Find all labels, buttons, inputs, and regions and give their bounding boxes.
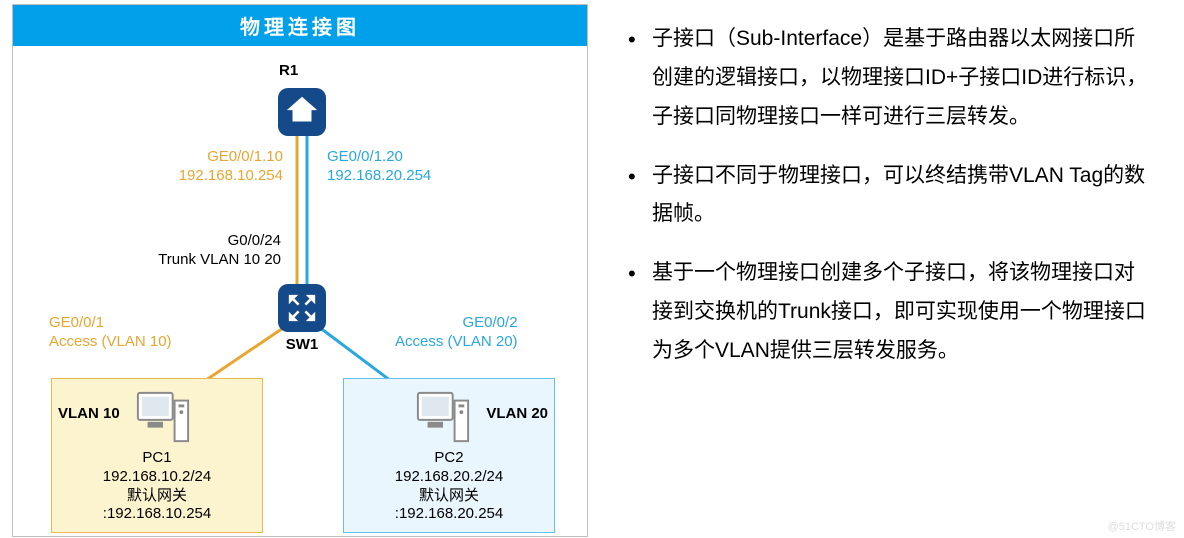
pc1-icon (134, 389, 192, 450)
bullet-item: 子接口不同于物理接口，可以终结携带VLAN Tag的数据帧。 (624, 157, 1154, 235)
switch-icon (278, 284, 326, 332)
router-label: R1 (279, 62, 298, 81)
bullet-item: 子接口（Sub-Interface）是基于路由器以太网接口所创建的逻辑接口，以物… (624, 20, 1154, 137)
diagram-column: 物理连接图 R1 (0, 0, 600, 538)
subif-left: GE0/0/1.10 192.168.10.254 (143, 148, 283, 186)
access2-label: GE0/0/2 Access (VLAN 20) (395, 314, 518, 352)
router-icon (278, 88, 326, 136)
diagram-title: 物理连接图 (13, 5, 587, 46)
vlan10-box: VLAN 10 PC1 192.168.10.2/24 (51, 378, 263, 533)
page: 物理连接图 R1 (0, 0, 1184, 538)
description-column: 子接口（Sub-Interface）是基于路由器以太网接口所创建的逻辑接口，以物… (600, 0, 1184, 538)
bullet-list: 子接口（Sub-Interface）是基于路由器以太网接口所创建的逻辑接口，以物… (624, 20, 1154, 371)
access1-label: GE0/0/1 Access (VLAN 10) (49, 314, 172, 352)
subif-right: GE0/0/1.20 192.168.20.254 (327, 148, 431, 186)
vlan10-tag: VLAN 10 (58, 405, 120, 424)
pc2-info: PC2 192.168.20.2/24 默认网关 :192.168.20.254 (344, 449, 554, 524)
diagram-canvas: R1 GE0/0/1.10 192.168.10.254 GE0/0/1.20 … (13, 46, 587, 536)
pc1-info: PC1 192.168.10.2/24 默认网关 :192.168.10.254 (52, 449, 262, 524)
switch-label: SW1 (275, 336, 329, 355)
trunk-label: G0/0/24 Trunk VLAN 10 20 (121, 232, 281, 270)
pc2-icon (414, 389, 472, 450)
watermark: @51CTO博客 (1108, 518, 1176, 534)
vlan20-box: VLAN 20 PC2 192.168.20.2/24 (343, 378, 555, 533)
diagram-panel: 物理连接图 R1 (12, 4, 588, 537)
bullet-item: 基于一个物理接口创建多个子接口，将该物理接口对接到交换机的Trunk接口，即可实… (624, 254, 1154, 371)
vlan20-tag: VLAN 20 (486, 405, 548, 424)
